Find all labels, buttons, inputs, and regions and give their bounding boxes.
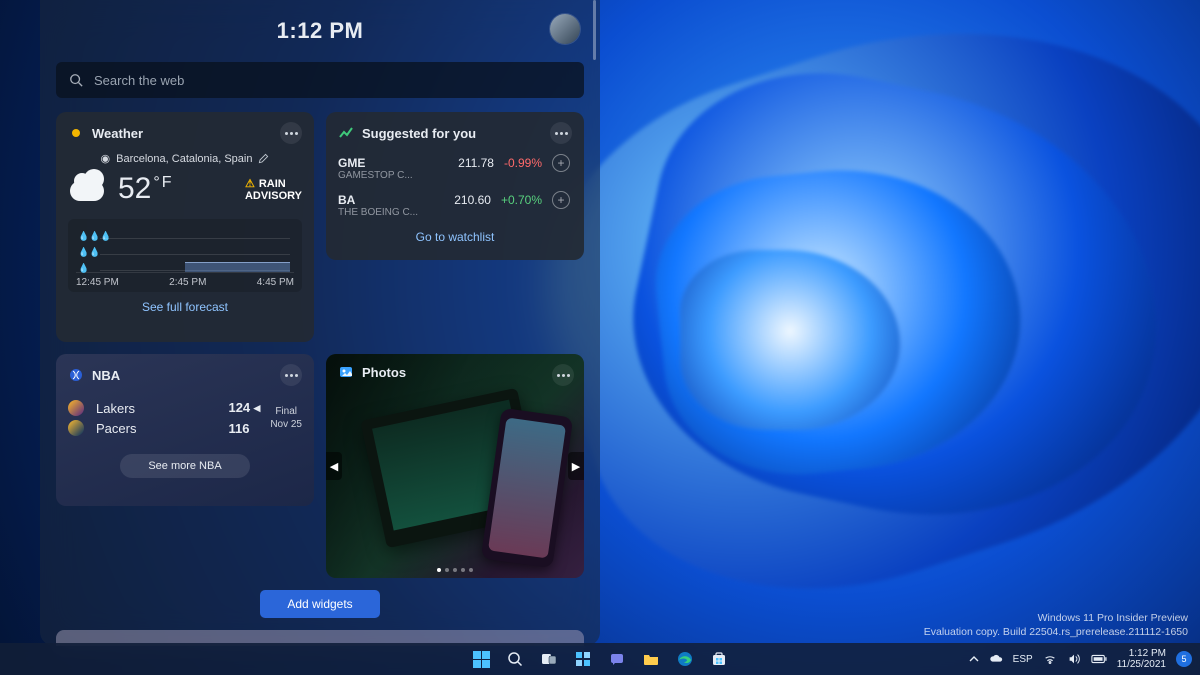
add-stock-button[interactable]: + <box>552 154 570 172</box>
search-icon <box>68 72 84 88</box>
store-button[interactable] <box>705 645 733 673</box>
stock-name: THE BOEING C... <box>338 207 444 218</box>
nba-more-link[interactable]: See more NBA <box>120 454 250 478</box>
taskbar-search-button[interactable] <box>501 645 529 673</box>
timeline-t1: 12:45 PM <box>76 277 119 288</box>
photo-next-button[interactable]: ▶ <box>568 452 584 480</box>
file-explorer-button[interactable] <box>637 645 665 673</box>
language-indicator[interactable]: ESP <box>1013 654 1033 665</box>
search-input[interactable] <box>94 73 572 88</box>
timeline-t3: 4:45 PM <box>257 277 294 288</box>
build-watermark: Windows 11 Pro Insider Preview Evaluatio… <box>924 611 1188 639</box>
photos-card: Photos ◀ ▶ <box>326 354 584 578</box>
stocks-title: Suggested for you <box>362 126 542 141</box>
panel-clock: 1:12 PM <box>277 18 364 44</box>
weather-alert: ⚠RAIN ADVISORY <box>245 177 302 202</box>
weather-temp: 52°F <box>118 172 172 206</box>
stocks-more-button[interactable] <box>550 122 572 144</box>
nba-card: NBA Lakers 124 ◂ FinalNov 25 Pacers 116 … <box>56 354 314 506</box>
photos-more-button[interactable] <box>552 364 574 386</box>
stock-row[interactable]: GME 211.78 -0.99% + GAMESTOP C... <box>338 154 572 181</box>
photos-icon <box>338 364 354 380</box>
weather-location: Barcelona, Catalonia, Spain <box>116 153 252 165</box>
nba-more-button[interactable] <box>280 364 302 386</box>
stock-change: -0.99% <box>504 156 542 170</box>
weather-forecast-link[interactable]: See full forecast <box>68 300 302 314</box>
game-status: FinalNov 25 <box>270 405 302 431</box>
chat-button[interactable] <box>603 645 631 673</box>
photo-pager[interactable] <box>437 568 473 572</box>
cloud-icon <box>68 171 108 207</box>
stocks-icon <box>338 125 354 141</box>
timeline-t2: 2:45 PM <box>169 277 206 288</box>
team-name: Lakers <box>96 401 218 416</box>
stock-row[interactable]: BA 210.60 +0.70% + THE BOEING C... <box>338 191 572 218</box>
stock-name: GAMESTOP C... <box>338 170 448 181</box>
nba-title: NBA <box>92 368 272 383</box>
panel-scrollbar[interactable] <box>593 0 596 60</box>
stocks-card: Suggested for you GME 211.78 -0.99% + GA… <box>326 112 584 260</box>
location-pin-icon: ◉ <box>101 152 111 165</box>
task-view-button[interactable] <box>535 645 563 673</box>
battery-icon[interactable] <box>1091 654 1107 664</box>
lakers-logo-icon <box>68 400 84 416</box>
photos-title: Photos <box>362 365 406 380</box>
pacers-logo-icon <box>68 420 84 436</box>
user-avatar[interactable] <box>550 14 580 44</box>
sun-icon <box>68 125 84 141</box>
precip-timeline: 💧💧💧 💧💧 💧 12:45 PM 2:45 PM 4:45 PM <box>68 219 302 292</box>
team-score: 124 ◂ <box>228 400 260 416</box>
stock-symbol: GME <box>338 156 448 170</box>
widgets-button[interactable] <box>569 645 597 673</box>
nba-icon <box>68 367 84 383</box>
onedrive-tray-icon[interactable] <box>989 652 1003 666</box>
add-widgets-button[interactable]: Add widgets <box>260 590 380 618</box>
weather-card: Weather ◉ Barcelona, Catalonia, Spain 52… <box>56 112 314 342</box>
photo-prev-button[interactable]: ◀ <box>326 452 342 480</box>
team-name: Pacers <box>96 421 218 436</box>
photo-thumbnail[interactable] <box>326 354 584 578</box>
taskbar-clock[interactable]: 1:12 PM 11/25/2021 <box>1117 648 1166 670</box>
stock-price: 210.60 <box>454 193 491 207</box>
start-button[interactable] <box>467 645 495 673</box>
notification-badge[interactable]: 5 <box>1176 651 1192 667</box>
nba-game[interactable]: Lakers 124 ◂ FinalNov 25 Pacers 116 <box>68 400 302 436</box>
taskbar: ESP 1:12 PM 11/25/2021 5 <box>0 643 1200 675</box>
weather-title: Weather <box>92 126 272 141</box>
widgets-panel: 1:12 PM Weather ◉ Barcelona, Catalonia, … <box>40 0 600 646</box>
search-bar[interactable] <box>56 62 584 98</box>
stock-price: 211.78 <box>458 156 494 170</box>
weather-more-button[interactable] <box>280 122 302 144</box>
edge-button[interactable] <box>671 645 699 673</box>
watchlist-link[interactable]: Go to watchlist <box>338 230 572 244</box>
stock-symbol: BA <box>338 193 444 207</box>
team-score: 116 <box>228 421 260 436</box>
wifi-icon[interactable] <box>1043 652 1057 666</box>
stock-change: +0.70% <box>501 193 542 207</box>
tray-overflow-button[interactable] <box>969 654 979 664</box>
add-stock-button[interactable]: + <box>552 191 570 209</box>
volume-icon[interactable] <box>1067 652 1081 666</box>
edit-location-icon[interactable] <box>258 153 269 164</box>
